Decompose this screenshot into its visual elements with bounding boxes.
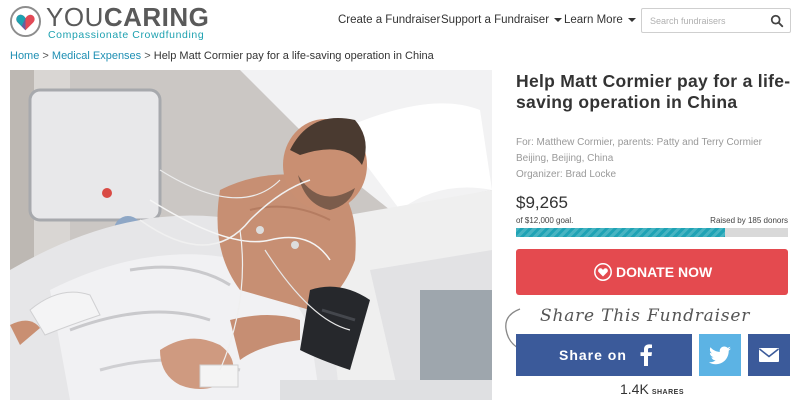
- share-facebook-label: Share on: [559, 347, 627, 363]
- fundraiser-beneficiary: For: Matthew Cormier, parents: Patty and…: [516, 137, 763, 148]
- fundraiser-photo[interactable]: [10, 70, 492, 400]
- goal-text: of $12,000 goal.: [516, 216, 574, 225]
- raised-amount: $9,265: [516, 193, 568, 212]
- logo-word-caring: CARING: [103, 2, 210, 32]
- logo-word-you: YOU: [46, 2, 104, 32]
- heart-logo-icon: [10, 6, 41, 37]
- share-count-number: 1.4K: [620, 381, 649, 397]
- share-title: Share This Fundraiser: [540, 306, 751, 326]
- share-email-button[interactable]: [748, 334, 790, 376]
- donors-count: Raised by 185 donors: [710, 216, 788, 225]
- share-twitter-button[interactable]: [699, 334, 741, 376]
- chevron-down-icon: [627, 17, 636, 22]
- nav-label: Support a Fundraiser: [441, 14, 550, 26]
- share-count: 1.4K SHARES: [620, 381, 684, 399]
- twitter-icon: [708, 346, 731, 365]
- heart-hands-icon: [594, 263, 612, 281]
- facebook-icon: [640, 344, 652, 366]
- nav-label: Learn More: [564, 14, 623, 26]
- share-facebook-button[interactable]: Share on: [516, 334, 692, 376]
- breadcrumb: Home > Medical Expenses > Help Matt Corm…: [10, 50, 434, 62]
- search-icon[interactable]: [770, 14, 784, 28]
- fundraiser-organizer: Organizer: Brad Locke: [516, 169, 617, 180]
- progress-bar: [516, 228, 788, 237]
- hospital-patient-image: [10, 70, 492, 400]
- breadcrumb-separator: >: [144, 50, 151, 62]
- fundraiser-title: Help Matt Cormier pay for a life-saving …: [516, 71, 791, 112]
- fundraiser-location: Beijing, Beijing, China: [516, 153, 614, 164]
- logo-tagline: Compassionate Crowdfunding: [48, 29, 205, 41]
- nav-support-fundraiser[interactable]: Support a Fundraiser: [441, 14, 563, 26]
- site-header: YOUCARING Compassionate Crowdfunding Cre…: [0, 0, 800, 44]
- breadcrumb-home[interactable]: Home: [10, 50, 39, 62]
- nav-label: Create a Fundraiser: [338, 14, 441, 26]
- donate-now-button[interactable]: DONATE NOW: [516, 249, 788, 295]
- logo-wordmark: YOUCARING: [46, 3, 209, 31]
- breadcrumb-current: Help Matt Cormier pay for a life-saving …: [153, 50, 434, 62]
- youcaring-logo[interactable]: YOUCARING Compassionate Crowdfunding: [10, 3, 220, 41]
- share-count-label: SHARES: [651, 389, 684, 396]
- nav-learn-more[interactable]: Learn More: [564, 14, 636, 26]
- mail-icon: [759, 348, 779, 362]
- chevron-down-icon: [554, 17, 563, 22]
- breadcrumb-separator: >: [42, 50, 49, 62]
- donate-label: DONATE NOW: [616, 264, 713, 280]
- search-input[interactable]: [650, 13, 765, 29]
- nav-create-fundraiser[interactable]: Create a Fundraiser: [338, 14, 440, 26]
- search-box: [641, 8, 791, 33]
- progress-bar-fill: [516, 228, 726, 237]
- breadcrumb-medical-expenses[interactable]: Medical Expenses: [52, 50, 141, 62]
